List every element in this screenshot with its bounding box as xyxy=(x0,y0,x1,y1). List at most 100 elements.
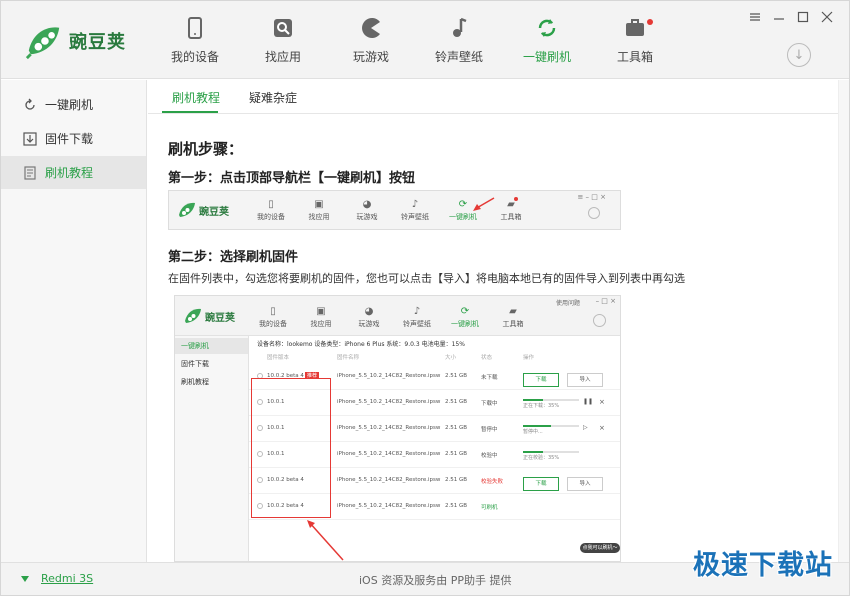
mini-sidebar: 一键刷机 固件下载 刷机教程 xyxy=(175,336,249,561)
refresh-icon xyxy=(25,98,35,110)
firmware-status: 下载中 xyxy=(481,401,498,407)
mini-nav-item: ♪ 铃声壁纸 xyxy=(401,199,429,221)
pacman-icon xyxy=(362,17,380,38)
music-note-icon xyxy=(453,17,467,37)
sidebar-item-firmware-download[interactable]: 固件下载 xyxy=(1,122,146,155)
close-icon[interactable] xyxy=(821,11,833,23)
firmware-size: 2.51 GB xyxy=(445,503,468,509)
firmware-status: 校验失败 xyxy=(481,479,504,485)
download-button: 下载 xyxy=(523,373,559,387)
mini-nav-item: ▯ 我的设备 xyxy=(259,306,287,328)
pause-icon: ❚❚ xyxy=(583,398,594,405)
scrollbar[interactable] xyxy=(838,80,849,562)
firmware-size: 2.51 GB xyxy=(445,451,468,457)
nav-ringtones[interactable]: 铃声壁纸 xyxy=(415,1,503,79)
nav-label: 工具箱 xyxy=(616,49,653,64)
step1-screenshot: 豌豆荚 ▯ 我的设备 ▣ 找应用 ◕ 玩游戏 ♪ 铃声壁纸 ⟳ 一键刷机 ▰ 工具箱 ≡ –… xyxy=(168,190,621,230)
app-logo: 豌豆荚 xyxy=(25,19,126,63)
firmware-status: 校验中 xyxy=(481,453,498,459)
watermark: 极速下载站 xyxy=(693,550,833,581)
import-button: 导入 xyxy=(567,373,603,387)
mini-nav-item: ⟳ 一键刷机 xyxy=(451,306,479,328)
mini-window-controls: – □ × xyxy=(595,297,616,305)
mini-nav-item: ♪ 铃声壁纸 xyxy=(403,306,431,328)
firmware-name: iPhone_5.5_10.2_14C82_Restore.ipsw xyxy=(337,477,441,483)
firmware-status: 可刷机 xyxy=(481,505,498,511)
device-selector[interactable]: Redmi 3S xyxy=(21,572,93,585)
download-icon xyxy=(23,131,37,146)
nav-find-apps[interactable]: 找应用 xyxy=(239,1,327,79)
page-heading: 刷机步骤： xyxy=(168,140,244,158)
close-icon: × xyxy=(599,424,605,432)
book-icon xyxy=(24,165,36,180)
tab-tutorial[interactable]: 刷机教程 xyxy=(172,89,220,106)
maximize-icon[interactable] xyxy=(797,11,809,23)
nav-label: 玩游戏 xyxy=(352,49,389,64)
firmware-size: 2.51 GB xyxy=(445,425,468,431)
download-button: 下载 xyxy=(523,477,559,491)
download-manager-icon[interactable]: ↓ xyxy=(787,43,811,67)
provider-text: iOS 资源及服务由 PP助手 提供 xyxy=(359,574,512,587)
nav-label: 我的设备 xyxy=(170,49,219,64)
phone-icon xyxy=(188,16,202,39)
content-tabs: 刷机教程 疑难杂症 xyxy=(148,80,838,114)
progress-bar xyxy=(523,451,579,453)
step2-screenshot: 豌豆荚 ▯ 我的设备 ▣ 找应用 ◕ 玩游戏 ♪ 铃声壁纸 ⟳ 一键刷机 ▰ 工具箱 使用问… xyxy=(174,295,621,562)
firmware-name: iPhone_5.5_10.2_14C82_Restore.ipsw xyxy=(337,425,441,431)
device-name: Redmi 3S xyxy=(41,572,94,585)
col-header: 操作 xyxy=(523,355,535,361)
mini-sidebar-item: 固件下载 xyxy=(181,360,209,368)
sidebar-item-tutorial[interactable]: 刷机教程 xyxy=(1,156,146,189)
col-header: 固件名称 xyxy=(337,355,360,361)
mini-download-icon xyxy=(593,314,606,327)
sidebar: 一键刷机 固件下载 刷机教程 xyxy=(1,80,147,562)
toolbox-icon xyxy=(626,18,644,36)
highlight-box xyxy=(251,378,331,518)
firmware-size: 2.51 GB xyxy=(445,477,468,483)
nav-games[interactable]: 玩游戏 xyxy=(327,1,415,79)
red-arrow xyxy=(473,197,495,211)
mini-window-controls: ≡ – □ × xyxy=(577,193,606,201)
step2-heading: 第二步：选择刷机固件 xyxy=(168,250,299,265)
device-info: 设备名称：lookemo 设备类型：iPhone 6 Plus 系统：9.0.3… xyxy=(257,341,465,348)
window-controls xyxy=(749,11,833,23)
firmware-name: iPhone_5.5_10.2_14C82_Restore.ipsw xyxy=(337,399,441,405)
mini-nav: ▯ 我的设备 ▣ 找应用 ◕ 玩游戏 ♪ 铃声壁纸 ⟳ 一键刷机 ▰ 工具箱 xyxy=(249,306,537,329)
col-header: 大小 xyxy=(445,355,457,361)
sidebar-item-label: 固件下载 xyxy=(45,132,94,146)
sidebar-item-label: 一键刷机 xyxy=(45,98,94,112)
close-icon: × xyxy=(599,398,605,406)
nav-label: 一键刷机 xyxy=(522,49,571,64)
logo-text: 豌豆荚 xyxy=(205,313,235,324)
nav-flash[interactable]: 一键刷机 xyxy=(503,1,591,79)
nav-my-device[interactable]: 我的设备 xyxy=(151,1,239,79)
minimize-icon[interactable] xyxy=(773,11,785,23)
nav-label: 铃声壁纸 xyxy=(434,49,483,64)
mini-download-icon xyxy=(588,207,600,219)
progress-text: 正在下载：35% xyxy=(523,403,560,409)
menu-icon[interactable] xyxy=(749,11,761,23)
import-button: 导入 xyxy=(567,477,603,491)
mini-nav-item: ▯ 我的设备 xyxy=(257,199,285,221)
sidebar-item-flash[interactable]: 一键刷机 xyxy=(1,88,146,121)
mini-nav-item: ◕ 玩游戏 xyxy=(356,199,378,221)
play-icon: ▷ xyxy=(583,424,588,431)
pea-logo-icon xyxy=(185,308,201,323)
mini-nav-item: ▰ 工具箱 xyxy=(502,306,524,328)
nav-toolbox[interactable]: 工具箱 xyxy=(591,1,679,79)
step1-heading: 第一步：点击顶部导航栏【一键刷机】按钮 xyxy=(168,171,416,186)
step2-description: 在固件列表中，勾选您将要刷机的固件，您也可以点击【导入】将电脑本地已有的固件导入… xyxy=(168,272,685,285)
pea-logo-icon xyxy=(179,202,195,217)
tab-troubleshooting[interactable]: 疑难杂症 xyxy=(249,89,297,106)
user-label: 使用问题 xyxy=(555,300,580,307)
mini-nav-item: ▣ 找应用 xyxy=(308,199,330,221)
progress-text: 正在校验：35% xyxy=(523,455,560,461)
progress-bar xyxy=(523,425,579,427)
progress-text: 暂停中... xyxy=(523,429,543,435)
mini-nav-item: ◕ 玩游戏 xyxy=(358,306,380,328)
firmware-name: iPhone_5.5_10.2_14C82_Restore.ipsw xyxy=(337,373,441,379)
top-nav: 我的设备 找应用 玩游戏 铃声壁纸 一键刷机 工具箱 xyxy=(151,1,679,79)
col-header: 固件版本 xyxy=(267,355,290,361)
firmware-table-header: 固件版本 固件名称 大小 状态 操作 xyxy=(249,351,620,363)
progress-bar xyxy=(523,399,579,401)
